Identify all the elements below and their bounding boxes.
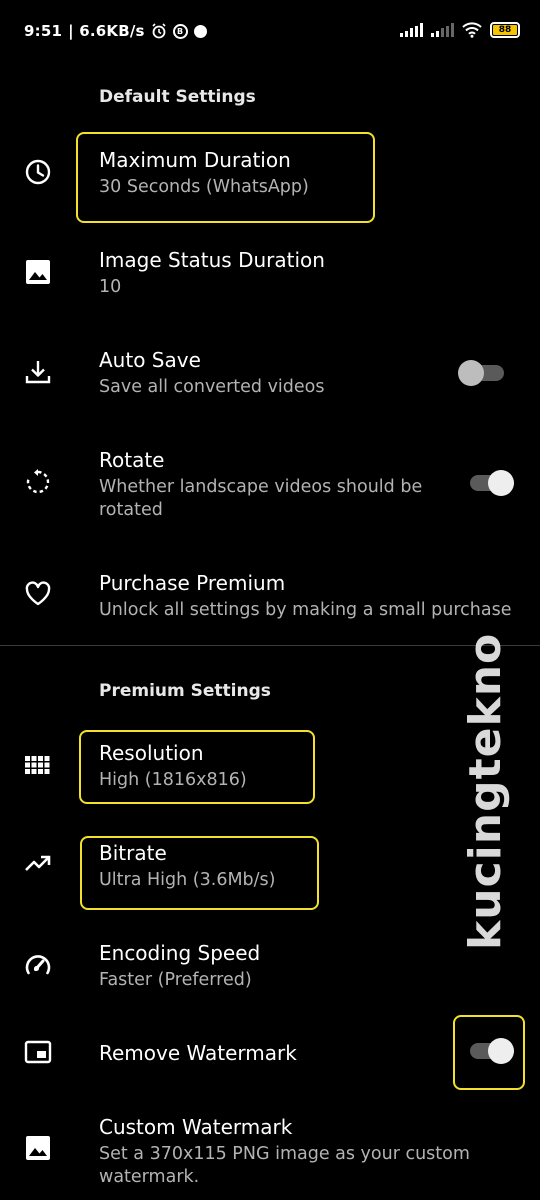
trending-up-icon bbox=[25, 855, 51, 871]
setting-summary: Ultra High (3.6Mb/s) bbox=[99, 870, 276, 890]
signal-icon bbox=[400, 23, 423, 37]
battery-level: 88 bbox=[493, 25, 517, 35]
setting-title: Bitrate bbox=[99, 841, 167, 865]
default-settings-header: Default Settings bbox=[99, 87, 256, 107]
status-left: 9:51 | 6.6KB/s B bbox=[24, 22, 207, 40]
setting-summary: Whether landscape videos should be rotat… bbox=[99, 477, 423, 520]
chat-bubble-icon bbox=[193, 24, 207, 38]
setting-title: Resolution bbox=[99, 741, 204, 765]
premium-settings-header: Premium Settings bbox=[99, 681, 271, 701]
picture-in-picture-icon bbox=[24, 1040, 52, 1064]
status-time: 9:51 bbox=[24, 22, 63, 40]
heart-icon bbox=[25, 581, 51, 606]
setting-summary: High (1816x816) bbox=[99, 770, 247, 790]
toggle-thumb bbox=[488, 1038, 514, 1064]
wifi-icon bbox=[462, 22, 482, 38]
setting-title: Purchase Premium bbox=[99, 571, 286, 595]
image-icon bbox=[26, 260, 50, 284]
setting-title: Custom Watermark bbox=[99, 1115, 293, 1139]
setting-title: Maximum Duration bbox=[99, 148, 291, 172]
setting-summary: 10 bbox=[99, 277, 122, 297]
auto-save-toggle[interactable] bbox=[458, 360, 504, 386]
b-icon: B bbox=[172, 23, 188, 39]
alarm-icon bbox=[152, 23, 166, 39]
setting-summary: Set a 370x115 PNG image as your custom w… bbox=[99, 1144, 470, 1187]
section-divider bbox=[0, 645, 540, 646]
setting-title: Auto Save bbox=[99, 348, 201, 372]
setting-summary: 30 Seconds (WhatsApp) bbox=[99, 177, 309, 197]
signal-icon-2 bbox=[431, 23, 454, 37]
image-icon bbox=[26, 1136, 50, 1160]
setting-summary: Save all converted videos bbox=[99, 377, 325, 397]
speedometer-icon bbox=[25, 955, 51, 975]
status-bar: 9:51 | 6.6KB/s B 88 bbox=[0, 0, 540, 64]
setting-title: Image Status Duration bbox=[99, 248, 325, 272]
remove-watermark-toggle[interactable] bbox=[470, 1038, 514, 1064]
toggle-thumb bbox=[458, 360, 484, 386]
battery-icon: 88 bbox=[490, 22, 520, 38]
setting-summary: Faster (Preferred) bbox=[99, 970, 252, 990]
clock-icon bbox=[25, 159, 51, 185]
rotate-toggle[interactable] bbox=[470, 470, 514, 496]
setting-title: Encoding Speed bbox=[99, 941, 261, 965]
network-speed: | 6.6KB/s bbox=[68, 22, 145, 40]
download-icon bbox=[25, 361, 51, 384]
setting-title: Rotate bbox=[99, 448, 165, 472]
toggle-thumb bbox=[488, 470, 514, 496]
setting-title: Remove Watermark bbox=[99, 1041, 297, 1065]
rotate-icon bbox=[26, 469, 50, 494]
status-right: 88 bbox=[400, 22, 520, 38]
watermark-text: kucingtekno bbox=[460, 632, 511, 950]
grid-icon bbox=[25, 756, 50, 774]
setting-summary: Unlock all settings by making a small pu… bbox=[99, 600, 512, 620]
